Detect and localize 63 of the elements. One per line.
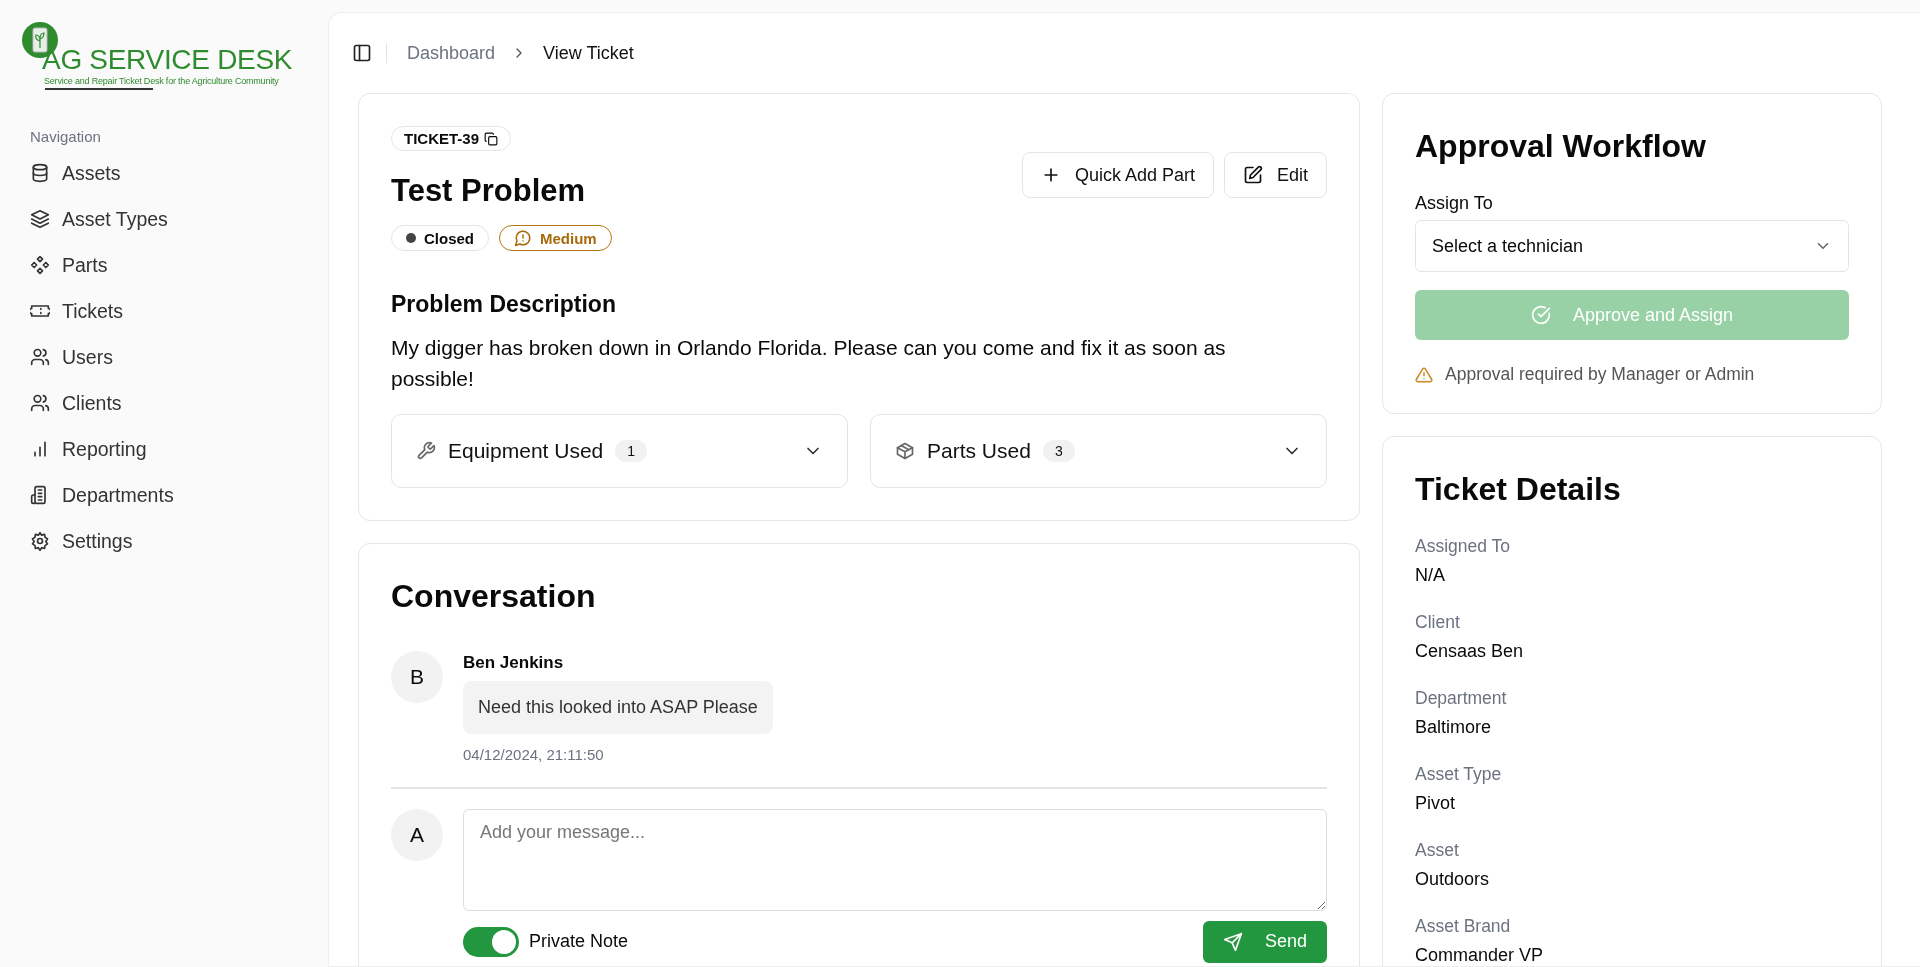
field-value: N/A [1415,565,1446,586]
ticket-title: Test Problem [391,173,587,209]
add-part-button[interactable]: Quick Add Part [1021,152,1214,198]
avatar: A [391,808,443,861]
count-badge: 1 [615,440,648,462]
approval-title: Approval Workflow [1415,128,1707,165]
private-note-toggle[interactable] [463,926,519,957]
layers-icon [30,209,50,229]
breadcrumb-link[interactable]: Dashboard [407,42,496,64]
send-icon [1222,931,1243,952]
conversation-title: Conversation [391,578,597,615]
message-bubble: Need this looked into ASAP Please [463,681,773,734]
sidebar-item[interactable]: Tickets [30,297,328,325]
field-label: Asset Type [1415,764,1503,785]
technician-select[interactable]: Select a technician [1415,220,1849,272]
field-value: Baltimore [1415,717,1493,738]
check-circle-icon [1530,305,1551,325]
message-input[interactable]: Add your message... [463,808,1327,911]
sidebar-item[interactable]: Parts [30,251,328,279]
field-label: Asset Brand [1415,916,1512,937]
equipment-used-accordion[interactable]: Equipment Used 1 [391,414,848,488]
sidebar-item[interactable]: Users [30,343,328,371]
field-value: Outdoors [1415,869,1491,890]
pencil-square-icon [1242,165,1263,185]
edit-button[interactable]: Edit [1223,152,1327,198]
copy-icon[interactable] [484,131,498,146]
sidebar-item[interactable]: Departments [30,481,328,509]
sidebar-item[interactable]: Settings [30,527,328,555]
assign-label: Assign To [1415,193,1494,214]
count-badge: 3 [1042,440,1075,462]
message-author: Ben Jenkins [463,653,565,673]
wrench-icon [416,441,436,461]
nav-section-label: Navigation [30,128,102,145]
package-icon [895,441,915,461]
send-button[interactable]: Send [1202,920,1327,963]
warning-icon [1415,365,1433,384]
field-value: Commander VP [1415,945,1545,966]
users-icon [30,393,50,413]
sidebar-item[interactable]: Clients [30,389,328,417]
parts-used-accordion[interactable]: Parts Used 3 [870,414,1327,488]
field-label: Client [1415,612,1461,633]
field-label: Department [1415,688,1508,709]
breadcrumb-link[interactable]: View Ticket [543,42,634,64]
section-heading: Problem Description [391,291,617,318]
private-note-label: Private Note [529,931,629,952]
diamond-cluster-icon [30,255,50,275]
problem-description: My digger has broken down in Orlando Florida. Please can you come and fix it as soon as possible! [391,335,1227,392]
sidebar-item[interactable]: Asset Types [30,205,328,233]
approval-warning: Approval required by Manager or Admin [1445,364,1755,385]
message-time: 04/12/2024, 21:11:50 [463,746,605,763]
sidebar-item[interactable]: Reporting [30,435,328,463]
database-icon [30,163,50,183]
field-label: Asset [1415,840,1460,861]
field-value: Censaas Ben [1415,641,1525,662]
settings-icon [30,531,50,551]
avatar: B [391,651,443,703]
field-value: Pivot [1415,793,1457,814]
field-label: Assigned To [1415,536,1512,557]
sidebar-item[interactable]: Assets [30,159,328,187]
details-title: Ticket Details [1415,471,1622,508]
logo-tagline: Service and Repair Ticket Desk for the Agriculture Community [44,76,279,86]
users-icon [30,347,50,367]
sidebar-toggle-icon[interactable] [352,43,372,63]
